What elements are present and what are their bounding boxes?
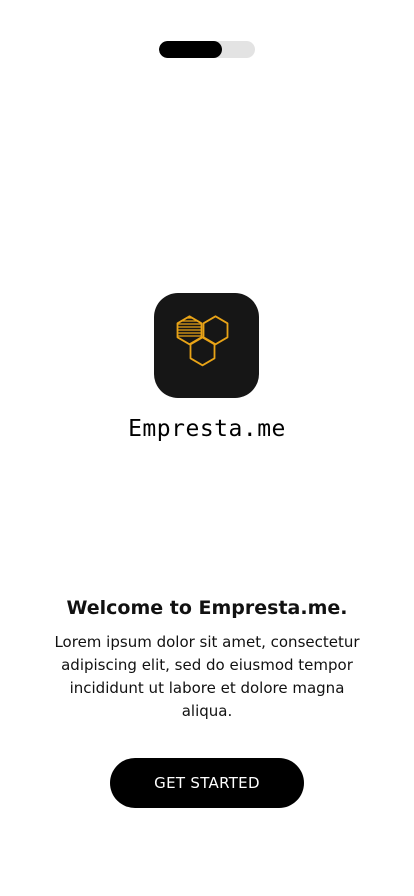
welcome-title: Welcome to Empresta.me. [66, 597, 348, 619]
app-name: Empresta.me [128, 416, 286, 442]
get-started-button[interactable]: GET STARTED [110, 758, 304, 808]
honeycomb-icon [176, 314, 228, 366]
welcome-description: Lorem ipsum dolor sit amet, consectetur … [54, 633, 360, 720]
app-logo [154, 293, 259, 398]
onboarding-progress-fill [159, 41, 223, 58]
onboarding-progress-bar [159, 41, 255, 58]
